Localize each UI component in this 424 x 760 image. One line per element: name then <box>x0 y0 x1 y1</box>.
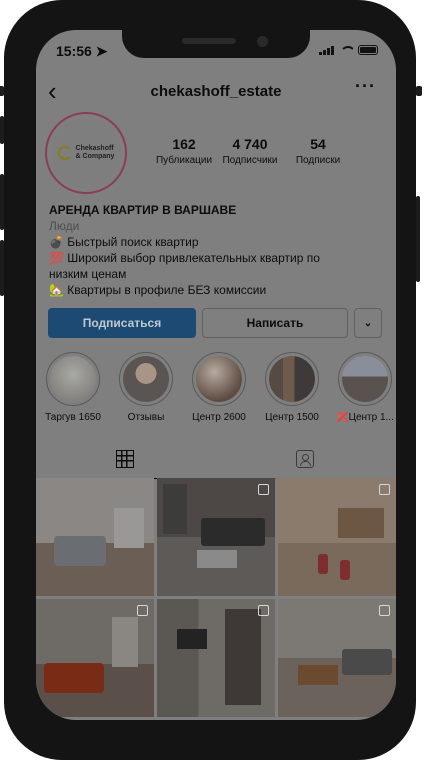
post-thumbnail[interactable] <box>36 478 154 596</box>
highlight-label: Таргув 1650 <box>45 412 101 423</box>
tv-shape <box>177 629 207 649</box>
multi-photo-icon <box>137 605 148 616</box>
logo-c-icon <box>57 146 72 160</box>
highlight-ring <box>338 352 392 406</box>
highlight-label: Отзывы <box>127 412 165 423</box>
highlight-item[interactable]: Отзывы <box>113 352 179 423</box>
door-shape <box>225 609 261 705</box>
highlight-item[interactable]: Центр 2600 <box>186 352 252 423</box>
x-mark-icon: ❌ <box>336 412 349 423</box>
post-thumbnail[interactable] <box>157 599 275 717</box>
wifi-icon <box>339 45 353 55</box>
battery-icon <box>358 45 378 55</box>
window-shape <box>114 508 144 548</box>
bio-line: 🏡 Квартиры в профиле БЕЗ комиссии <box>49 283 267 297</box>
status-bar: 15:56 ➤ <box>36 40 396 64</box>
highlight-label: Центр 2600 <box>192 412 246 423</box>
screen: 15:56 ➤ ‹ chekashoff_estate ··· Chekasho… <box>36 30 396 720</box>
volume-up-button <box>0 174 4 230</box>
tagged-icon[interactable] <box>296 450 314 468</box>
stat-number: 4 740 <box>232 136 268 152</box>
message-button[interactable]: Написать <box>202 308 348 338</box>
highlight-cover <box>123 356 169 402</box>
bio-line: 💣 Быстрый поиск квартир <box>49 235 199 249</box>
stat-posts[interactable]: 162 Публикации <box>154 136 214 166</box>
stat-label: Подписки <box>295 155 341 166</box>
highlight-cover <box>342 356 388 402</box>
highlight-item[interactable]: Центр 1500 <box>259 352 325 423</box>
more-horizontal-icon[interactable]: ··· <box>355 76 376 97</box>
kitchen-shape <box>163 484 187 534</box>
bio-category: Люди <box>49 219 80 233</box>
stat-label: Подписчики <box>222 155 278 166</box>
highlight-ring <box>192 352 246 406</box>
table-shape <box>298 665 338 685</box>
shelf-shape <box>338 508 384 538</box>
volume-down-button <box>0 240 4 296</box>
profile-username: chekashoff_estate <box>150 83 282 100</box>
highlight-ring <box>46 352 100 406</box>
stool-shape <box>318 554 328 574</box>
highlight-label: ❌Центр 1... <box>336 412 394 423</box>
profile-tabs <box>36 442 396 479</box>
highlight-label: Центр 1500 <box>265 412 319 423</box>
highlight-item[interactable]: Таргув 1650 <box>40 352 106 423</box>
stat-number: 162 <box>172 136 196 152</box>
multi-photo-icon <box>379 484 390 495</box>
highlight-cover <box>269 356 315 402</box>
status-time: 15:56 ➤ <box>56 43 108 59</box>
stat-following[interactable]: 54 Подписки <box>286 136 350 166</box>
power-button <box>416 196 420 282</box>
phone-frame: 15:56 ➤ ‹ chekashoff_estate ··· Chekasho… <box>0 0 422 760</box>
sofa-shape <box>54 536 106 566</box>
stat-followers[interactable]: 4 740 Подписчики <box>214 136 286 166</box>
signal-icon <box>319 45 334 55</box>
multi-photo-icon <box>258 605 269 616</box>
post-thumbnail[interactable] <box>278 599 396 717</box>
bio-line: 💯 Широкий выбор привлекательных квартир … <box>49 251 320 281</box>
highlight-ring <box>119 352 173 406</box>
frame-accent <box>0 86 4 96</box>
profile-stats: 162 Публикации 4 740 Подписчики 54 Подпи… <box>154 136 374 166</box>
highlight-item[interactable]: ❌Центр 1... <box>332 352 396 423</box>
story-highlights: Таргув 1650 Отзывы Центр 2600 Центр 1500 <box>36 352 396 432</box>
post-thumbnail[interactable] <box>157 478 275 596</box>
frame-accent <box>416 86 422 96</box>
post-thumbnail[interactable] <box>278 478 396 596</box>
sofa-shape <box>342 649 392 675</box>
bio-title: АРЕНДА КВАРТИР В ВАРШАВЕ <box>49 203 237 217</box>
silent-switch <box>0 116 4 144</box>
multi-photo-icon <box>379 605 390 616</box>
chevron-down-icon[interactable]: ⌄ <box>354 308 382 338</box>
sofa-shape <box>44 663 104 693</box>
profile-bio: АРЕНДА КВАРТИР В ВАРШАВЕ Люди 💣 Быстрый … <box>49 202 389 298</box>
post-thumbnail[interactable] <box>36 599 154 717</box>
highlight-cover <box>50 356 96 402</box>
brand-logo: Chekashoff & Company <box>57 145 114 161</box>
highlight-cover <box>196 356 242 402</box>
multi-photo-icon <box>258 484 269 495</box>
stool-shape <box>340 560 350 580</box>
door-shape <box>112 617 138 667</box>
profile-actions: Подписаться Написать ⌄ <box>48 308 388 338</box>
follow-button[interactable]: Подписаться <box>48 308 196 338</box>
profile-header: ‹ chekashoff_estate ··· <box>36 74 396 108</box>
stat-label: Публикации <box>155 155 213 166</box>
grid-icon[interactable] <box>116 450 134 468</box>
stat-number: 54 <box>310 136 326 152</box>
avatar[interactable]: Chekashoff & Company <box>45 112 127 194</box>
sofa-shape <box>201 518 265 546</box>
avatar-image: Chekashoff & Company <box>51 118 121 188</box>
status-icons <box>319 45 378 55</box>
highlight-ring <box>265 352 319 406</box>
table-shape <box>197 550 237 568</box>
